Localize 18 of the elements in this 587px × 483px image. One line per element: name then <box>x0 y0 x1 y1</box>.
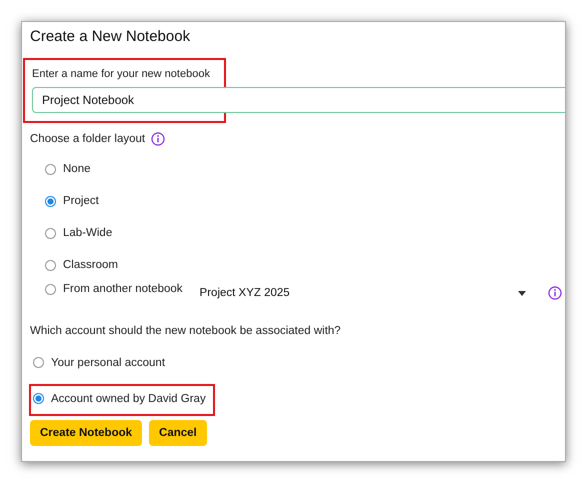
radio-option[interactable]: Classroom <box>45 259 118 271</box>
input-field[interactable]: Project Notebook <box>32 87 565 113</box>
caret-icon <box>518 290 526 296</box>
radio-option[interactable]: Lab-Wide <box>45 227 112 239</box>
radio-option[interactable]: Your personal account <box>33 356 166 368</box>
field-label: Choose a folder layout <box>30 133 146 145</box>
dropdown[interactable]: Project XYZ 2025 <box>192 287 533 299</box>
radio-option[interactable]: Account owned by David Gray <box>33 392 206 404</box>
question-label: Which account should the new notebook be associated with? <box>30 325 342 337</box>
cancel-button[interactable]: Cancel <box>149 420 207 446</box>
field-label: Enter a name for your new notebook <box>32 68 210 80</box>
radio-option[interactable]: Project <box>45 195 99 207</box>
info-icon[interactable] <box>151 132 166 146</box>
dialog-title: Create a New Notebook <box>30 28 192 45</box>
radio-option[interactable]: None <box>45 163 90 175</box>
info-icon[interactable] <box>548 286 562 300</box>
radio-option[interactable]: From another notebook <box>45 283 183 295</box>
create-button[interactable]: Create Notebook <box>30 420 142 446</box>
